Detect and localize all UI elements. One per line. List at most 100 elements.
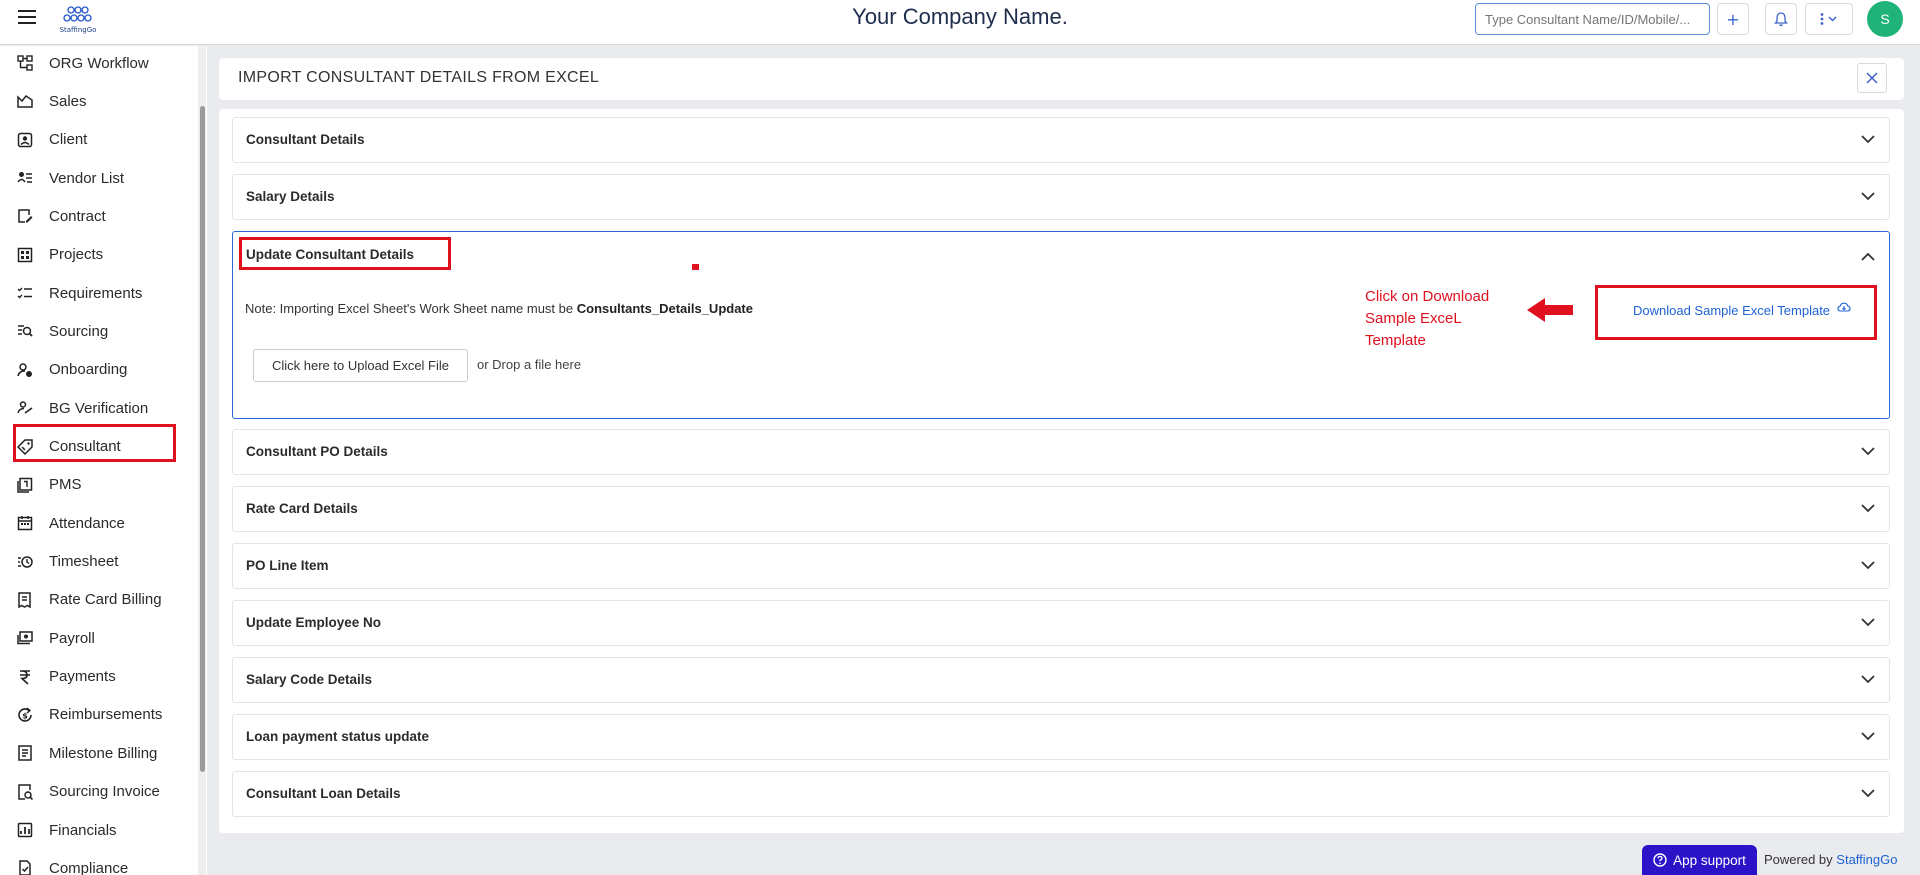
sidebar-item-payroll[interactable]: Payroll: [0, 622, 195, 654]
section-title: Consultant Details: [246, 132, 365, 147]
sidebar-item-rate-card-billing[interactable]: Rate Card Billing: [0, 584, 195, 616]
section-title: Salary Details: [246, 189, 335, 204]
close-button[interactable]: [1857, 63, 1887, 93]
sidebar-item-contract[interactable]: Contract: [0, 200, 195, 232]
sidebar-item-requirements[interactable]: Requirements: [0, 277, 195, 309]
rate-card-billing-icon: [18, 592, 31, 608]
sidebar-item-financials[interactable]: Financials: [0, 814, 195, 846]
sidebar-item-label: Client: [49, 131, 88, 149]
sidebar-item-payments[interactable]: Payments: [0, 661, 195, 693]
bg-verification-icon: [17, 401, 33, 414]
powered-by-label: Powered by: [1764, 852, 1833, 867]
chevron-down-icon: [1861, 618, 1875, 627]
sidebar-item-org-workflow[interactable]: ORG Workflow: [0, 47, 195, 79]
sidebar-item-pms[interactable]: PMS: [0, 469, 195, 501]
sidebar-item-label: Financials: [49, 821, 117, 839]
sidebar-item-client[interactable]: Client: [0, 124, 195, 156]
sales-icon: [17, 95, 33, 109]
financials-icon: [17, 822, 33, 838]
sidebar-item-label: Reimbursements: [49, 706, 163, 724]
attendance-icon: [17, 516, 33, 531]
rupee-icon: [19, 669, 30, 685]
app-logo[interactable]: StaffingGo: [54, 4, 102, 40]
sidebar-item-bg-verification[interactable]: BG Verification: [0, 392, 195, 424]
annotation-arrow-icon: [1527, 298, 1573, 322]
annotation-dot: [692, 264, 699, 270]
sidebar-item-compliance[interactable]: Compliance: [0, 852, 195, 875]
cloud-download-icon: [1837, 302, 1851, 312]
chevron-down-icon: [1861, 675, 1875, 684]
sidebar-scrollbar-thumb[interactable]: [200, 106, 205, 772]
hamburger-menu-icon[interactable]: [18, 10, 36, 26]
annotation-line: Sample ExceL: [1365, 310, 1462, 327]
logo-mark-icon: [63, 6, 92, 22]
sidebar-item-onboarding[interactable]: Onboarding: [0, 354, 195, 386]
sidebar-item-label: Vendor List: [49, 169, 125, 187]
sidebar-item-label: Onboarding: [49, 361, 128, 379]
sidebar-item-sales[interactable]: Sales: [0, 85, 195, 117]
chevron-down-icon: [1861, 135, 1875, 144]
page-title: IMPORT CONSULTANT DETAILS FROM EXCEL: [238, 69, 600, 86]
section-loan-payment-status-update[interactable]: Loan payment status update: [232, 714, 1890, 760]
sidebar-item-label: Sourcing: [49, 322, 109, 340]
section-update-consultant-details: Update Consultant Details Note: Importin…: [232, 231, 1890, 419]
sidebar-item-sourcing-invoice[interactable]: Sourcing Invoice: [0, 776, 195, 808]
close-icon: [1866, 72, 1878, 84]
section-salary-code-details[interactable]: Salary Code Details: [232, 657, 1890, 703]
sidebar-item-label: Payments: [49, 668, 116, 686]
annotation-text: Click on Download Sample ExceL Template: [1365, 286, 1525, 352]
sidebar-item-label: Compliance: [49, 859, 129, 875]
sourcing-invoice-icon: [18, 783, 33, 800]
section-po-line-item[interactable]: PO Line Item: [232, 543, 1890, 589]
sourcing-icon: [18, 325, 33, 338]
consultant-search-input[interactable]: [1475, 3, 1710, 35]
user-avatar[interactable]: S: [1867, 1, 1903, 37]
notifications-button[interactable]: [1765, 3, 1797, 35]
worksheet-name: Consultants_Details_Update: [576, 301, 753, 316]
sidebar-item-label: Consultant: [49, 438, 121, 455]
sidebar-item-attendance[interactable]: Attendance: [0, 507, 195, 539]
org-workflow-icon: [17, 55, 33, 71]
sidebar-item-timesheet[interactable]: Timesheet: [0, 546, 195, 578]
sidebar-item-label: BG Verification: [49, 399, 149, 417]
sidebar-item-reimbursements[interactable]: $ Reimbursements: [0, 699, 195, 731]
chevron-up-icon[interactable]: [1861, 252, 1875, 261]
client-icon: [17, 132, 33, 147]
sidebar-item-label: ORG Workflow: [49, 54, 149, 72]
sidebar-item-sourcing[interactable]: Sourcing: [0, 315, 195, 347]
more-menu-button[interactable]: [1805, 3, 1853, 35]
brand-link[interactable]: StaffingGo: [1836, 852, 1897, 867]
section-update-employee-no[interactable]: Update Employee No: [232, 600, 1890, 646]
section-rate-card-details[interactable]: Rate Card Details: [232, 486, 1890, 532]
worksheet-name-note: Note: Importing Excel Sheet's Work Sheet…: [245, 301, 753, 316]
import-panel-header: IMPORT CONSULTANT DETAILS FROM EXCEL: [219, 58, 1904, 100]
sidebar-item-consultant[interactable]: Consultant: [0, 431, 195, 463]
download-link-label: Download Sample Excel Template: [1633, 303, 1831, 318]
section-title[interactable]: Update Consultant Details: [246, 247, 414, 262]
kebab-menu-icon: [1820, 13, 1837, 25]
chevron-down-icon: [1861, 789, 1875, 798]
chevron-down-icon: [1861, 504, 1875, 513]
section-consultant-details[interactable]: Consultant Details: [232, 117, 1890, 163]
upload-excel-button[interactable]: Click here to Upload Excel File: [253, 349, 468, 382]
add-button[interactable]: +: [1717, 3, 1749, 35]
sidebar-item-label: Sourcing Invoice: [49, 783, 160, 801]
sidebar-item-milestone-billing[interactable]: Milestone Billing: [0, 737, 195, 769]
sidebar-item-vendor-list[interactable]: Vendor List: [0, 162, 195, 194]
requirements-icon: [17, 287, 32, 299]
section-salary-details[interactable]: Salary Details: [232, 174, 1890, 220]
chevron-down-icon: [1861, 447, 1875, 456]
sidebar-item-label: Timesheet: [49, 553, 119, 571]
sidebar-item-label: Projects: [49, 246, 104, 264]
chevron-down-icon: [1861, 192, 1875, 201]
sidebar-item-label: Rate Card Billing: [49, 591, 162, 609]
download-sample-template-link[interactable]: Download Sample Excel Template: [1633, 302, 1851, 318]
sidebar-item-projects[interactable]: Projects: [0, 239, 195, 271]
section-consultant-loan-details[interactable]: Consultant Loan Details: [232, 771, 1890, 817]
drop-file-text: or Drop a file here: [477, 357, 582, 372]
section-title: Consultant Loan Details: [246, 786, 401, 801]
app-support-button[interactable]: App support: [1642, 845, 1757, 875]
sidebar: ORG Workflow Sales Client Vendor List Contra…: [0, 46, 207, 875]
section-consultant-po-details[interactable]: Consultant PO Details: [232, 429, 1890, 475]
annotation-line: Template: [1365, 332, 1426, 349]
